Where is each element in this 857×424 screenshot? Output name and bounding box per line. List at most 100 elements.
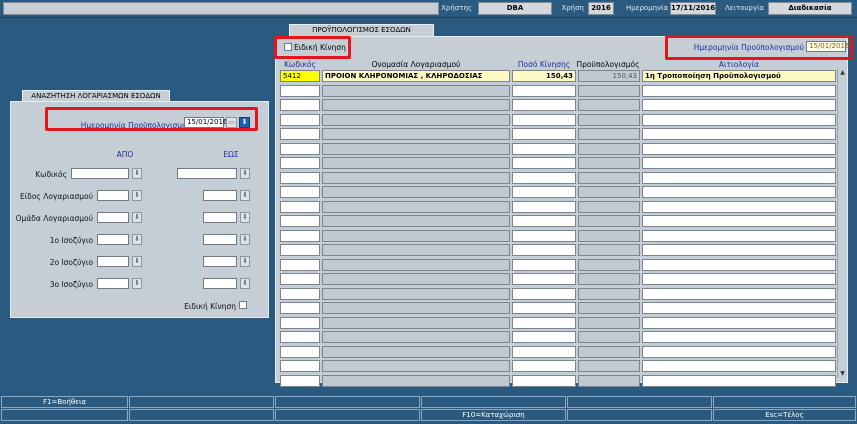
code-cell[interactable] (280, 345, 320, 358)
code-cell[interactable] (280, 215, 320, 227)
reason-cell[interactable] (642, 200, 836, 213)
amount-cell[interactable] (512, 186, 576, 198)
code-cell[interactable] (280, 374, 320, 387)
reason-cell[interactable] (642, 287, 836, 300)
amount-cell[interactable] (512, 244, 576, 256)
amount-cell[interactable] (512, 331, 576, 343)
down-arrow-icon[interactable]: ⬇ (240, 212, 250, 223)
balance-2-to-input[interactable] (203, 256, 237, 267)
scroll-up-icon[interactable]: ▲ (838, 68, 847, 77)
amount-cell[interactable] (512, 374, 576, 387)
code-cell[interactable] (280, 302, 320, 314)
down-arrow-icon[interactable]: ⬇ (132, 234, 142, 245)
down-arrow-icon[interactable]: ⬇ (132, 168, 142, 179)
function-slot-3[interactable] (275, 396, 420, 408)
amount-cell[interactable] (512, 84, 576, 97)
code-cell[interactable] (280, 331, 320, 343)
code-cell[interactable] (280, 360, 320, 372)
reason-cell[interactable] (642, 244, 836, 256)
reason-cell[interactable]: 1η Τροποποίηση Προϋπολογισμού (642, 70, 836, 82)
reason-cell[interactable] (642, 128, 836, 140)
code-cell[interactable]: 5412 (280, 70, 320, 82)
function-slot-11[interactable] (567, 409, 712, 421)
amount-cell[interactable] (512, 229, 576, 242)
code-cell[interactable] (280, 142, 320, 155)
down-arrow-icon[interactable]: ⬇ (132, 278, 142, 289)
code-cell[interactable] (280, 99, 320, 111)
code-cell[interactable] (280, 229, 320, 242)
grid-scrollbar[interactable]: ▲ ▼ (837, 68, 847, 378)
reason-cell[interactable] (642, 258, 836, 271)
down-arrow-icon[interactable]: ⬇ (240, 278, 250, 289)
amount-cell[interactable] (512, 273, 576, 285)
reason-cell[interactable] (642, 360, 836, 372)
amount-cell[interactable] (512, 287, 576, 300)
code-cell[interactable] (280, 258, 320, 271)
down-arrow-icon[interactable]: ⬇ (239, 117, 250, 128)
amount-cell[interactable] (512, 258, 576, 271)
balance-3-from-input[interactable] (97, 278, 129, 289)
reason-cell[interactable] (642, 142, 836, 155)
balance-1-to-input[interactable] (203, 234, 237, 245)
amount-cell[interactable] (512, 171, 576, 184)
down-arrow-icon[interactable]: ⬇ (240, 256, 250, 267)
amount-cell[interactable]: 150,43 (512, 70, 576, 82)
down-arrow-icon[interactable]: ⬇ (132, 256, 142, 267)
f1-help-button[interactable]: F1=Βοήθεια (1, 396, 128, 408)
amount-cell[interactable] (512, 345, 576, 358)
amount-cell[interactable] (512, 128, 576, 140)
code-cell[interactable] (280, 200, 320, 213)
esc-exit-button[interactable]: Esc=Τέλος (713, 409, 856, 421)
calendar-icon[interactable]: ▭ (226, 117, 237, 128)
code-cell[interactable] (280, 273, 320, 285)
reason-cell[interactable] (642, 215, 836, 227)
amount-cell[interactable] (512, 200, 576, 213)
amount-cell[interactable] (512, 142, 576, 155)
down-arrow-icon[interactable]: ⬇ (240, 168, 250, 179)
down-arrow-icon[interactable]: ⬇ (132, 190, 142, 201)
amount-cell[interactable] (512, 316, 576, 329)
reason-cell[interactable] (642, 345, 836, 358)
account-type-from-input[interactable] (97, 190, 129, 201)
amount-cell[interactable] (512, 302, 576, 314)
reason-cell[interactable] (642, 374, 836, 387)
down-arrow-icon[interactable]: ⬇ (240, 234, 250, 245)
reason-cell[interactable] (642, 186, 836, 198)
function-slot-4[interactable] (421, 396, 566, 408)
reason-cell[interactable] (642, 171, 836, 184)
reason-cell[interactable] (642, 99, 836, 111)
account-type-to-input[interactable] (203, 190, 237, 201)
function-slot-2[interactable] (129, 396, 274, 408)
function-slot-7[interactable] (1, 409, 128, 421)
function-slot-9[interactable] (275, 409, 420, 421)
code-cell[interactable] (280, 128, 320, 140)
balance-1-from-input[interactable] (97, 234, 129, 245)
code-cell[interactable] (280, 157, 320, 169)
reason-cell[interactable] (642, 84, 836, 97)
code-from-input[interactable] (71, 168, 129, 179)
budget-date-field[interactable]: 15/01/2016 (806, 41, 849, 52)
account-group-from-input[interactable] (97, 212, 129, 223)
down-arrow-icon[interactable]: ⬇ (240, 190, 250, 201)
reason-cell[interactable] (642, 157, 836, 169)
scroll-down-icon[interactable]: ▼ (838, 369, 847, 378)
code-cell[interactable] (280, 171, 320, 184)
reason-cell[interactable] (642, 273, 836, 285)
down-arrow-icon[interactable]: ⬇ (132, 212, 142, 223)
reason-cell[interactable] (642, 331, 836, 343)
code-cell[interactable] (280, 113, 320, 126)
f10-save-button[interactable]: F10=Καταχώριση (421, 409, 566, 421)
amount-cell[interactable] (512, 215, 576, 227)
reason-cell[interactable] (642, 113, 836, 126)
code-cell[interactable] (280, 316, 320, 329)
function-slot-5[interactable] (567, 396, 712, 408)
reason-cell[interactable] (642, 229, 836, 242)
budget-revenue-tab[interactable]: ΠΡΟΫΠΟΛΟΓΙΣΜΟΣ ΕΣΟΔΩΝ (289, 24, 434, 36)
account-group-to-input[interactable] (203, 212, 237, 223)
code-cell[interactable] (280, 186, 320, 198)
amount-cell[interactable] (512, 157, 576, 169)
amount-cell[interactable] (512, 99, 576, 111)
search-budget-date-field[interactable]: 15/01/2016 (184, 117, 227, 128)
reason-cell[interactable] (642, 316, 836, 329)
function-slot-6[interactable] (713, 396, 856, 408)
